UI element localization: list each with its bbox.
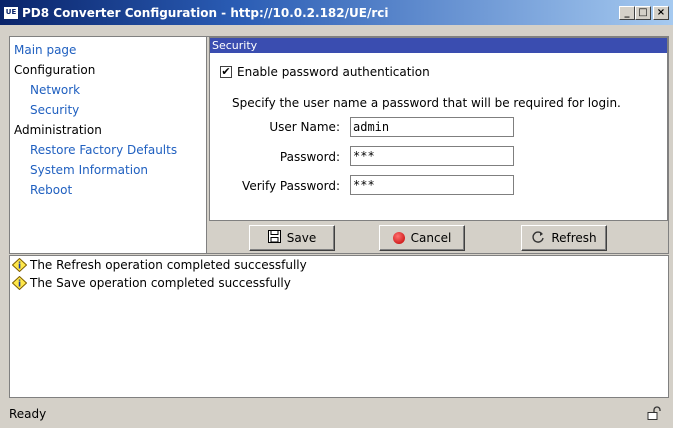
button-bar: Save Cancel Refresh xyxy=(209,223,668,253)
username-field[interactable]: admin xyxy=(350,117,514,137)
minimize-button[interactable]: _ xyxy=(619,5,635,20)
nav-category-configuration: Configuration xyxy=(14,63,96,77)
svg-text:i: i xyxy=(18,262,21,272)
nav-network[interactable]: Network xyxy=(10,80,206,100)
username-label: User Name: xyxy=(269,120,340,134)
svg-text:i: i xyxy=(18,280,21,290)
log-message: i The Save operation completed successfu… xyxy=(10,274,668,292)
window-title: PD8 Converter Configuration - http://10.… xyxy=(22,5,389,20)
refresh-button[interactable]: Refresh xyxy=(521,225,607,251)
enable-password-row[interactable]: ✔ Enable password authentication xyxy=(220,65,430,79)
verify-password-label: Verify Password: xyxy=(242,179,340,193)
save-button[interactable]: Save xyxy=(249,225,335,251)
window-controls: _ □ × xyxy=(619,5,669,20)
cancel-button[interactable]: Cancel xyxy=(379,225,465,251)
status-bar: Ready xyxy=(0,400,673,428)
title-bar[interactable]: UE PD8 Converter Configuration - http://… xyxy=(0,0,673,25)
close-button[interactable]: × xyxy=(653,5,669,20)
nav-restore-factory-defaults[interactable]: Restore Factory Defaults xyxy=(10,140,206,160)
maximize-button[interactable]: □ xyxy=(635,5,651,20)
security-content: Security ✔ Enable password authenticatio… xyxy=(209,37,668,221)
verify-password-field[interactable]: *** xyxy=(350,175,514,195)
nav-system-information[interactable]: System Information xyxy=(10,160,206,180)
enable-password-checkbox[interactable]: ✔ xyxy=(220,66,232,78)
password-field[interactable]: *** xyxy=(350,146,514,166)
info-icon: i xyxy=(11,257,28,273)
log-message-text: The Save operation completed successfull… xyxy=(30,276,291,290)
save-button-label: Save xyxy=(286,231,317,245)
log-message-text: The Refresh operation completed successf… xyxy=(30,258,307,272)
message-log: i The Refresh operation completed succes… xyxy=(9,255,669,398)
cancel-button-label: Cancel xyxy=(410,231,452,245)
refresh-icon xyxy=(531,230,545,247)
status-text: Ready xyxy=(9,407,47,421)
main-panel: Main page Configuration Network Security… xyxy=(9,36,669,254)
nav-security[interactable]: Security xyxy=(10,100,206,120)
section-header: Security xyxy=(210,38,667,53)
enable-password-label: Enable password authentication xyxy=(237,65,430,79)
navigation-tree: Main page Configuration Network Security… xyxy=(10,37,207,253)
floppy-disk-icon xyxy=(267,230,281,246)
password-label: Password: xyxy=(279,150,340,164)
app-icon: UE xyxy=(3,5,19,20)
nav-category-administration: Administration xyxy=(14,123,102,137)
nav-reboot[interactable]: Reboot xyxy=(10,180,206,200)
nav-main-page[interactable]: Main page xyxy=(10,40,206,60)
security-description: Specify the user name a password that wi… xyxy=(232,96,621,110)
log-message: i The Refresh operation completed succes… xyxy=(10,256,668,274)
refresh-button-label: Refresh xyxy=(551,231,597,245)
stop-icon xyxy=(392,232,405,244)
info-icon: i xyxy=(11,275,28,291)
unlock-icon xyxy=(647,405,661,423)
